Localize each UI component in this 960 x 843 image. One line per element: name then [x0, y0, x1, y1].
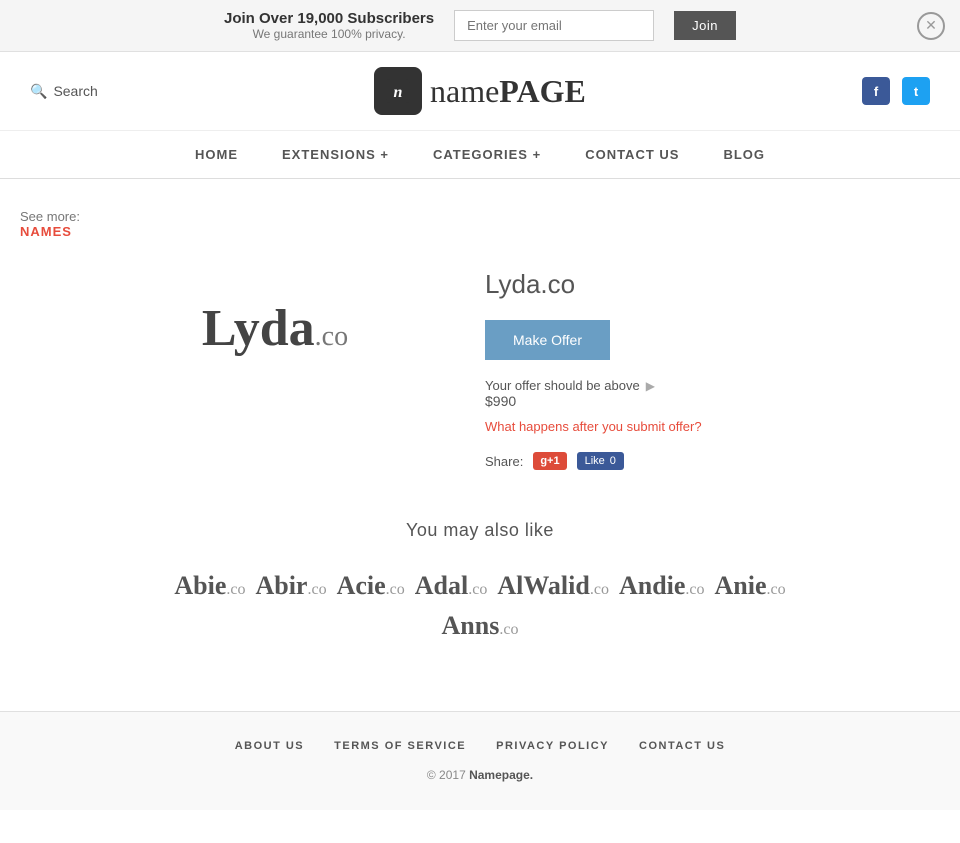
email-input[interactable] — [454, 10, 654, 41]
footer-copyright: © 2017 Namepage. — [20, 768, 940, 782]
also-like-section: You may also like Abie.co Abir.co Acie.c… — [20, 520, 940, 641]
footer-brand[interactable]: Namepage. — [469, 768, 533, 782]
nav-blog[interactable]: BLOG — [701, 131, 787, 178]
list-item[interactable]: Adal.co — [415, 571, 488, 601]
facebook-like-button[interactable]: Like 0 — [577, 452, 624, 470]
offer-question-link[interactable]: What happens after you submit offer? — [485, 419, 835, 434]
domain-info: Lyda.co Make Offer Your offer should be … — [485, 259, 835, 470]
search-area[interactable]: 🔍 Search — [30, 83, 98, 100]
main-content: See more: NAMES Lyda.co Lyda.co Make Off… — [0, 179, 960, 671]
twitter-icon[interactable]: t — [902, 77, 930, 105]
make-offer-button[interactable]: Make Offer — [485, 320, 610, 360]
also-like-grid: Abie.co Abir.co Acie.co Adal.co AlWalid.… — [40, 571, 920, 601]
domain-title: Lyda.co — [485, 269, 835, 300]
banner-subtitle: We guarantee 100% privacy. — [224, 27, 434, 41]
offer-price: $990 — [485, 393, 835, 409]
svg-text:n: n — [394, 84, 403, 101]
nav-home[interactable]: HOME — [173, 131, 260, 178]
footer-terms[interactable]: TERMS OF SERVICE — [334, 740, 466, 752]
nav-contact[interactable]: CONTACT US — [563, 131, 701, 178]
domain-logo-area: Lyda.co — [125, 259, 425, 398]
join-button[interactable]: Join — [674, 11, 736, 40]
search-icon: 🔍 — [30, 83, 47, 100]
list-item[interactable]: AlWalid.co — [497, 571, 609, 601]
footer: ABOUT US TERMS OF SERVICE PRIVACY POLICY… — [0, 711, 960, 810]
see-more-breadcrumb: See more: NAMES — [20, 209, 940, 239]
footer-privacy[interactable]: PRIVACY POLICY — [496, 740, 609, 752]
logo[interactable]: n namePAGE — [374, 67, 586, 115]
list-item[interactable]: Anie.co — [715, 571, 786, 601]
banner-title: Join Over 19,000 Subscribers — [224, 10, 434, 27]
gplus-button[interactable]: g+1 — [533, 452, 566, 470]
header: 🔍 Search n namePAGE f t — [0, 52, 960, 131]
domain-section: Lyda.co Lyda.co Make Offer Your offer sh… — [20, 259, 940, 470]
nav-extensions[interactable]: EXTENSIONS + — [260, 131, 411, 178]
list-item[interactable]: Abir.co — [255, 571, 326, 601]
footer-contact[interactable]: CONTACT US — [639, 740, 725, 752]
social-icons: f t — [862, 77, 930, 105]
footer-links: ABOUT US TERMS OF SERVICE PRIVACY POLICY… — [20, 740, 940, 752]
list-item[interactable]: Anns.co — [442, 611, 519, 641]
offer-note: Your offer should be above ▶ — [485, 378, 835, 393]
list-item[interactable]: Abie.co — [174, 571, 245, 601]
see-more-label: See more: — [20, 209, 80, 224]
logo-text: namePAGE — [430, 73, 586, 110]
close-banner-button[interactable]: ✕ — [917, 12, 945, 40]
share-row: Share: g+1 Like 0 — [485, 452, 835, 470]
names-link[interactable]: NAMES — [20, 224, 72, 239]
share-label: Share: — [485, 454, 523, 469]
logo-icon: n — [374, 67, 422, 115]
footer-about-us[interactable]: ABOUT US — [235, 740, 304, 752]
facebook-icon[interactable]: f — [862, 77, 890, 105]
offer-arrow-icon: ▶ — [646, 379, 655, 393]
main-nav: HOME EXTENSIONS + CATEGORIES + CONTACT U… — [0, 131, 960, 179]
nav-categories[interactable]: CATEGORIES + — [411, 131, 563, 178]
banner-text: Join Over 19,000 Subscribers We guarante… — [224, 10, 434, 41]
search-label: Search — [53, 83, 97, 99]
list-item[interactable]: Acie.co — [337, 571, 405, 601]
list-item[interactable]: Andie.co — [619, 571, 705, 601]
top-banner: Join Over 19,000 Subscribers We guarante… — [0, 0, 960, 52]
domain-big-name: Lyda.co — [202, 299, 348, 358]
also-like-heading: You may also like — [40, 520, 920, 541]
